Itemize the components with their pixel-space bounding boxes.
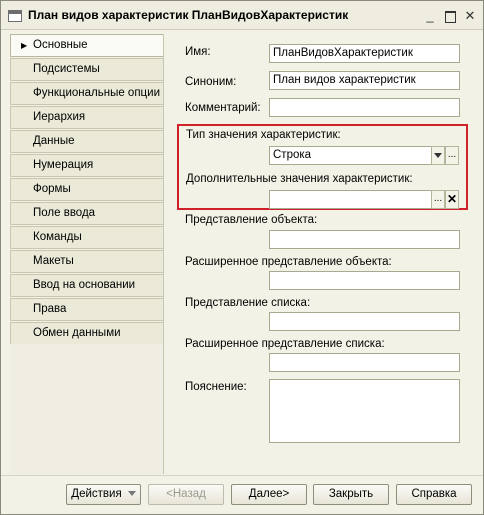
maximize-button[interactable] [443, 9, 457, 23]
dialog-window: План видов характеристик ПланВидовХаракт… [0, 0, 484, 515]
ext-object-repr-label: Расширенное представление объекта: [185, 256, 392, 268]
value-type-label: Тип значения характеристик: [186, 129, 341, 141]
nav-item-label: Подсистемы [33, 63, 100, 75]
maximize-icon [444, 11, 456, 23]
nav-item-label: Ввод на основании [33, 279, 136, 291]
name-label: Имя: [185, 46, 211, 58]
nav-item-label: Нумерация [33, 159, 94, 171]
nav-item-label: Обмен данными [33, 327, 121, 339]
ext-list-repr-field[interactable] [269, 353, 460, 372]
nav-item[interactable]: Ввод на основании [10, 274, 163, 297]
nav-item-label: Формы [33, 183, 71, 195]
next-button[interactable]: Далее> [231, 484, 307, 505]
nav-item[interactable]: Поле ввода [10, 202, 163, 225]
nav-item-label: Макеты [33, 255, 74, 267]
nav-item-label: Команды [33, 231, 82, 243]
synonym-field[interactable]: План видов характеристик [269, 71, 460, 90]
close-button[interactable]: Закрыть [313, 484, 389, 505]
explanation-textarea[interactable] [269, 379, 460, 443]
extra-values-field[interactable] [269, 190, 432, 209]
title-bar[interactable]: План видов характеристик ПланВидовХаракт… [1, 1, 483, 30]
comment-label: Комментарий: [185, 102, 261, 114]
actions-menu-button[interactable]: Действия [66, 484, 141, 505]
close-window-button[interactable]: ✕ [463, 9, 477, 23]
window-title: План видов характеристик ПланВидовХаракт… [28, 8, 349, 22]
explanation-label: Пояснение: [185, 381, 247, 393]
nav-item[interactable]: ▶ Основные [10, 34, 163, 57]
section-nav: ▶ Основные Подсистемы Функциональные опции И… [10, 34, 163, 370]
nav-divider [163, 34, 164, 474]
object-repr-label: Представление объекта: [185, 214, 318, 226]
back-button[interactable]: <Назад [148, 484, 224, 505]
nav-item[interactable]: Макеты [10, 250, 163, 273]
nav-item[interactable]: Подсистемы [10, 58, 163, 81]
nav-item[interactable]: Команды [10, 226, 163, 249]
comment-field[interactable] [269, 98, 460, 117]
nav-item-label: Данные [33, 135, 75, 147]
help-button[interactable]: Справка [396, 484, 472, 505]
synonym-label: Синоним: [185, 76, 237, 88]
nav-item[interactable]: Нумерация [10, 154, 163, 177]
nav-item[interactable]: Формы [10, 178, 163, 201]
name-value: ПланВидовХарактеристик [273, 47, 413, 59]
value-type-dropdown-button[interactable] [431, 146, 445, 165]
list-repr-field[interactable] [269, 312, 460, 331]
actions-label: Действия [71, 488, 122, 500]
nav-item-label: Функциональные опции [33, 87, 160, 99]
window-icon [8, 10, 22, 22]
active-arrow-icon: ▶ [21, 41, 28, 50]
nav-item[interactable]: Иерархия [10, 106, 163, 129]
nav-empty-area [10, 344, 163, 474]
extra-values-label: Дополнительные значения характеристик: [186, 173, 413, 185]
minimize-button[interactable]: _ [423, 9, 437, 23]
value-type-select-button[interactable]: ... [445, 146, 459, 165]
extra-values-select-button[interactable]: ... [431, 190, 445, 209]
nav-item-label: Права [33, 303, 67, 315]
synonym-value: План видов характеристик [273, 74, 416, 86]
nav-item[interactable]: Права [10, 298, 163, 321]
nav-item-label: Поле ввода [33, 207, 96, 219]
list-repr-label: Представление списка: [185, 297, 311, 309]
footer-divider [1, 475, 483, 476]
value-type-value: Строка [273, 149, 312, 161]
nav-item[interactable]: Данные [10, 130, 163, 153]
nav-item-label: Иерархия [33, 111, 86, 123]
ext-list-repr-label: Расширенное представление списка: [185, 338, 385, 350]
extra-values-clear-button[interactable]: ✕ [445, 190, 459, 209]
chevron-down-icon [127, 491, 136, 497]
nav-item-label: Основные [33, 39, 88, 51]
chevron-down-icon [434, 153, 442, 158]
object-repr-field[interactable] [269, 230, 460, 249]
value-type-field[interactable]: Строка [269, 146, 432, 165]
nav-item[interactable]: Функциональные опции [10, 82, 163, 105]
name-field[interactable]: ПланВидовХарактеристик [269, 44, 460, 63]
ext-object-repr-field[interactable] [269, 271, 460, 290]
nav-item[interactable]: Обмен данными [10, 322, 163, 345]
